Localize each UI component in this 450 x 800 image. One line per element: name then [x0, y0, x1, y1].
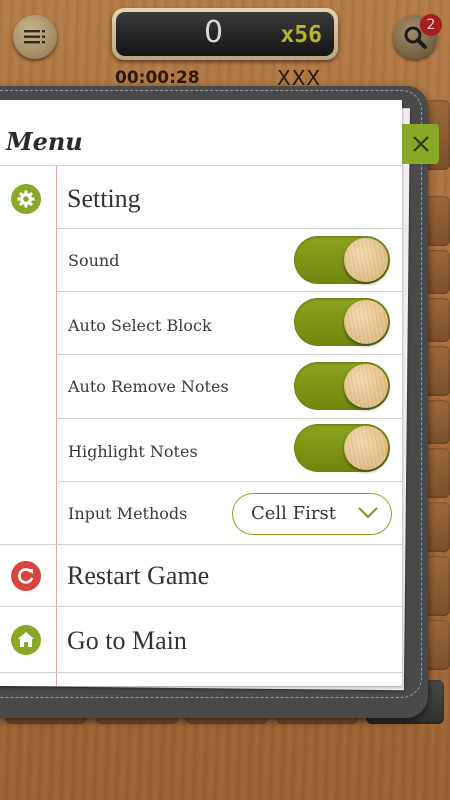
menu-title: Menu	[6, 127, 83, 156]
auto-remove-notes-toggle[interactable]	[294, 362, 390, 410]
highlight-notes-toggle[interactable]	[294, 424, 390, 472]
auto-select-block-toggle[interactable]	[294, 298, 390, 346]
go-to-main-button[interactable]: Go to Main	[67, 626, 187, 656]
sound-toggle[interactable]	[294, 236, 390, 284]
close-menu-button[interactable]	[402, 124, 439, 164]
combo-multiplier: x56	[280, 22, 322, 48]
input-methods-select[interactable]: Cell First	[232, 493, 392, 535]
divider	[0, 165, 402, 166]
input-methods-value: Cell First	[251, 503, 336, 524]
close-icon	[412, 136, 429, 152]
restart-icon	[11, 561, 41, 591]
divider	[0, 672, 402, 673]
margin-line	[56, 166, 57, 686]
divider	[58, 481, 402, 482]
menu-button[interactable]	[13, 15, 57, 59]
divider	[58, 418, 402, 419]
auto-select-block-label: Auto Select Block	[68, 316, 212, 335]
setting-heading: Setting	[67, 184, 141, 213]
toggle-knob	[344, 364, 388, 408]
sound-label: Sound	[68, 251, 120, 270]
score-value: 0	[204, 15, 224, 50]
divider	[58, 291, 402, 292]
menu-icon	[24, 30, 45, 44]
divider	[58, 228, 402, 229]
divider	[58, 354, 402, 355]
score-panel: 0 x56	[112, 8, 338, 60]
gear-icon	[11, 184, 41, 214]
chevron-down-icon	[358, 507, 378, 519]
auto-remove-notes-label: Auto Remove Notes	[68, 377, 229, 396]
divider	[0, 544, 402, 545]
home-icon	[11, 625, 41, 655]
input-methods-label: Input Methods	[68, 504, 188, 523]
highlight-notes-label: Highlight Notes	[68, 442, 198, 461]
game-timer: 00:00:28	[115, 68, 200, 88]
toggle-knob	[344, 238, 388, 282]
divider	[0, 606, 402, 607]
toggle-knob	[344, 300, 388, 344]
restart-game-button[interactable]: Restart Game	[67, 561, 209, 591]
toggle-knob	[344, 426, 388, 470]
notification-badge: 2	[420, 14, 442, 36]
